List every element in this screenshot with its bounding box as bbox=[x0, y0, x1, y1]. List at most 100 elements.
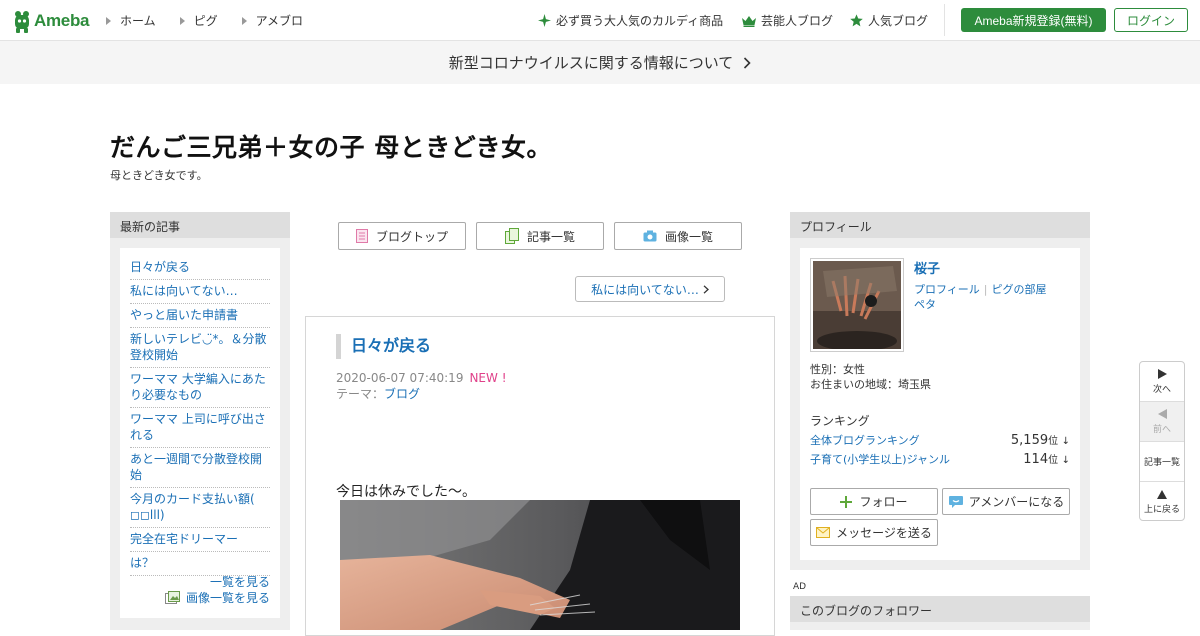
profile-info: 桜子 プロフィール | ピグの部屋 ペタ bbox=[914, 258, 1047, 312]
see-images-link[interactable]: 画像一覧を見る bbox=[164, 590, 270, 606]
recent-entry-link[interactable]: ワーママ 上司に呼び出される bbox=[130, 408, 270, 448]
ranking-heading: ランキング bbox=[810, 414, 870, 428]
image-list-label: 画像一覧 bbox=[664, 229, 713, 244]
promo-kaldi-link[interactable]: 必ず買う大人気のカルディ商品 bbox=[538, 12, 723, 29]
next-entry-button[interactable]: 次へ bbox=[1140, 362, 1184, 402]
recent-entry-link[interactable]: やっと届いた申請書 bbox=[130, 304, 270, 328]
profile-avatar[interactable] bbox=[810, 258, 904, 352]
entry-list-float-button[interactable]: 記事一覧 bbox=[1140, 442, 1184, 482]
nav-label: アメブロ bbox=[255, 14, 304, 28]
recent-entry-link[interactable]: 今月のカード支払い額( ◻︎◻︎lll) bbox=[130, 488, 270, 528]
promo-celebrity-blog-link[interactable]: 芸能人ブログ bbox=[742, 12, 833, 29]
logo-text: Ameba bbox=[34, 11, 90, 30]
blog-entry: 日々が戻る 2020-06-07 07:40:19 NEW ! テーマ：ブログ 今… bbox=[305, 316, 775, 636]
floating-entry-nav: 次へ 前へ 記事一覧 上に戻る bbox=[1139, 361, 1185, 521]
next-label: 次へ bbox=[1152, 384, 1171, 395]
plus-icon bbox=[840, 495, 853, 508]
recent-entry-link[interactable]: 新しいテレビ◡̈*。＆分散登校開始 bbox=[130, 328, 270, 368]
theme-link[interactable]: ブログ bbox=[384, 387, 420, 401]
profile-link[interactable]: プロフィール bbox=[914, 283, 980, 296]
nav-home[interactable]: ホーム bbox=[106, 12, 156, 29]
recent-entries-body: 日々が戻る 私には向いてない… やっと届いた申請書 新しいテレビ◡̈*。＆分散登… bbox=[120, 248, 280, 618]
pig-room-link[interactable]: ピグの部屋 bbox=[992, 283, 1047, 296]
image-list-button[interactable]: 画像一覧 bbox=[614, 222, 742, 250]
recent-entries-panel: 最新の記事 日々が戻る 私には向いてない… やっと届いた申請書 新しいテレビ◡̈… bbox=[110, 212, 290, 630]
blog-top-label: ブログトップ bbox=[375, 229, 448, 244]
ranking-row-overall: 全体ブログランキング 5,159位 ↓ bbox=[810, 432, 1070, 448]
profile-panel: プロフィール 桜子 プロフィール | ピグの部屋 ペタ 性別：女性 お住まいの地域：… bbox=[790, 212, 1090, 570]
ad-label: AD bbox=[793, 582, 807, 592]
follow-label: フォロー bbox=[859, 495, 908, 509]
covid-notice-link[interactable]: 新型コロナウイルスに関する情報について bbox=[0, 41, 1200, 84]
notice-text: 新型コロナウイルスに関する情報について bbox=[448, 54, 734, 72]
recent-entry-link[interactable]: 日々が戻る bbox=[130, 256, 270, 280]
entry-list-button[interactable]: 記事一覧 bbox=[476, 222, 604, 250]
avatar-image bbox=[813, 261, 901, 351]
profile-body: 桜子 プロフィール | ピグの部屋 ペタ 性別：女性 お住まいの地域：埼玉県 ランキ… bbox=[800, 248, 1080, 560]
recent-entries-heading: 最新の記事 bbox=[110, 212, 290, 238]
triangle-right-icon bbox=[106, 16, 111, 25]
blog-title[interactable]: だんご三兄弟＋女の子 母ときどき女。 bbox=[110, 128, 552, 164]
nav-label: ピグ bbox=[193, 14, 218, 28]
sparkle-icon bbox=[538, 14, 551, 27]
back-to-top-label: 上に戻る bbox=[1143, 504, 1180, 515]
nav-ameblo[interactable]: アメブロ bbox=[241, 12, 304, 29]
see-all-link[interactable]: 一覧を見る bbox=[165, 574, 270, 590]
entry-body-text: 今日は休みでした〜。 bbox=[336, 484, 476, 500]
send-message-button[interactable]: メッセージを送る bbox=[810, 519, 938, 546]
recent-entry-link[interactable]: は？ bbox=[130, 552, 270, 576]
recent-entry-link[interactable]: 私には向いてない… bbox=[130, 280, 270, 304]
triangle-left-icon bbox=[1157, 408, 1167, 419]
promo-label: 芸能人ブログ bbox=[761, 14, 834, 28]
amember-label: アメンバーになる bbox=[968, 495, 1065, 509]
recent-footer-links: 一覧を見る 画像一覧を見る bbox=[164, 574, 270, 606]
profile-attributes: 性別：女性 お住まいの地域：埼玉県 bbox=[810, 362, 931, 392]
recent-entry-link[interactable]: 完全在宅ドリーマー bbox=[130, 528, 270, 552]
prev-label: 前へ bbox=[1152, 424, 1171, 435]
ranking-label[interactable]: 子育て(小学生以上)ジャンル bbox=[810, 451, 950, 467]
register-button[interactable]: Ameba新規登録(無料) bbox=[961, 8, 1106, 32]
peta-link[interactable]: ペタ bbox=[914, 297, 1047, 312]
login-button[interactable]: ログイン bbox=[1114, 8, 1188, 32]
blog-top-button[interactable]: ブログトップ bbox=[338, 222, 466, 250]
profile-name[interactable]: 桜子 bbox=[914, 258, 1047, 277]
recent-entry-link[interactable]: ワーママ 大学編入にあたり必要なもの bbox=[130, 368, 270, 408]
global-nav: ホーム ピグ アメブロ bbox=[106, 12, 327, 29]
followers-heading: このブログのフォロワー bbox=[790, 596, 1090, 622]
camera-icon bbox=[643, 230, 657, 242]
ranking-trend: ↓ bbox=[1061, 455, 1070, 466]
entry-photo-cat[interactable] bbox=[340, 500, 740, 630]
entry-meta: 2020-06-07 07:40:19 NEW ! テーマ：ブログ bbox=[336, 370, 507, 402]
ranking-unit: 位 bbox=[1048, 455, 1059, 466]
ranking-value: 5,159 bbox=[1010, 433, 1049, 448]
document-icon bbox=[355, 229, 368, 243]
ranking-trend: ↓ bbox=[1061, 436, 1070, 447]
recent-entry-link[interactable]: あと一週間で分散登校開始 bbox=[130, 448, 270, 488]
ameba-logo[interactable]: Ameba bbox=[12, 8, 89, 34]
star-icon bbox=[850, 14, 863, 27]
follow-button[interactable]: フォロー bbox=[810, 488, 938, 515]
chevron-right-icon bbox=[703, 284, 709, 294]
entry-title[interactable]: 日々が戻る bbox=[336, 334, 431, 359]
back-to-top-button[interactable]: 上に戻る bbox=[1140, 482, 1184, 522]
promo-popular-blog-link[interactable]: 人気ブログ bbox=[850, 12, 928, 29]
entry-list-float-label: 記事一覧 bbox=[1143, 458, 1180, 468]
entry-list-label: 記事一覧 bbox=[526, 229, 575, 244]
envelope-icon bbox=[816, 527, 831, 538]
next-entry-link[interactable]: 私には向いてない… bbox=[575, 276, 725, 302]
amember-button[interactable]: アメンバーになる bbox=[942, 488, 1070, 515]
cat-photo-image bbox=[340, 500, 740, 630]
crown-icon bbox=[742, 15, 756, 27]
ranking-value-group: 5,159位 ↓ bbox=[1011, 432, 1070, 448]
chevron-right-icon bbox=[744, 56, 751, 69]
new-badge: NEW ! bbox=[469, 371, 507, 385]
prev-entry-button[interactable]: 前へ bbox=[1140, 402, 1184, 442]
ranking-unit: 位 bbox=[1048, 436, 1059, 447]
blog-description: 母ときどき女です。 bbox=[110, 169, 208, 182]
nav-pigg[interactable]: ピグ bbox=[179, 12, 218, 29]
send-message-label: メッセージを送る bbox=[836, 526, 932, 540]
ranking-value: 114 bbox=[1023, 452, 1049, 467]
ranking-label[interactable]: 全体ブログランキング bbox=[810, 432, 920, 448]
profile-heading: プロフィール bbox=[790, 212, 1090, 238]
next-entry-label: 私には向いてない… bbox=[591, 282, 699, 297]
